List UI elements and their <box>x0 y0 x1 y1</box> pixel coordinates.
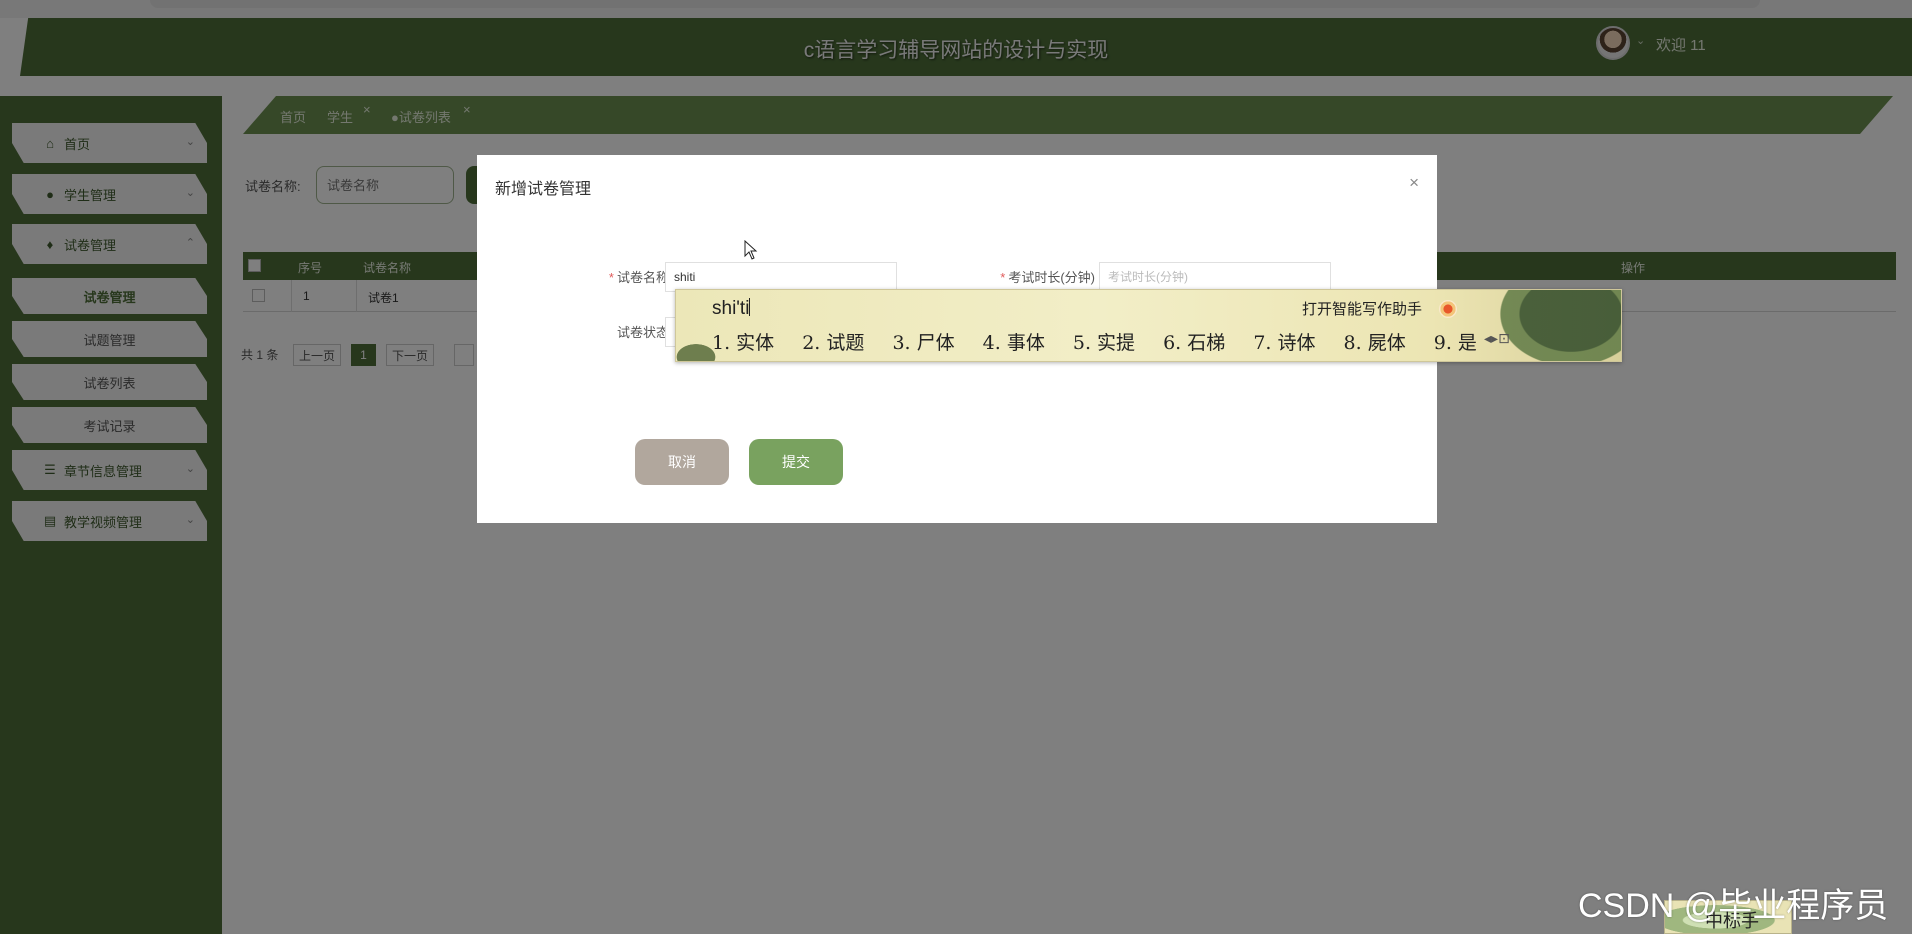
paper-status-label: 试卷状态 <box>616 325 669 340</box>
paper-name-label: * 试卷名称 <box>608 270 669 285</box>
ime-candidate-window: shi'ti 打开智能写作助手 1. 实体 2. 试题 3. 尸体 4. 事体 … <box>675 289 1622 362</box>
dialog-title: 新增试卷管理 <box>495 181 592 198</box>
ime-candidate[interactable]: 8. 屍体 <box>1344 332 1406 354</box>
submit-button[interactable]: 提交 <box>749 439 843 485</box>
paper-name-input[interactable] <box>665 262 897 292</box>
duration-label: * 考试时长(分钟) <box>1000 270 1095 285</box>
close-icon[interactable]: × <box>1409 173 1419 193</box>
ime-candidate[interactable]: 6. 石梯 <box>1163 332 1225 354</box>
ime-candidate[interactable]: 4. 事体 <box>983 332 1045 354</box>
ime-candidate[interactable]: 2. 试题 <box>802 332 864 354</box>
ime-page-arrows[interactable]: ◂▸⊡ <box>1484 330 1510 347</box>
cancel-button[interactable]: 取消 <box>635 439 729 485</box>
arrow-left-icon[interactable]: ◂ <box>1484 330 1491 346</box>
ime-composition: shi'ti <box>712 298 750 319</box>
ime-candidate[interactable]: 1. 实体 <box>712 332 774 354</box>
ime-candidate[interactable]: 9. 是 <box>1434 332 1477 354</box>
assistant-icon[interactable] <box>1439 300 1457 318</box>
leaf-decoration <box>1481 290 1621 361</box>
arrow-right-icon[interactable]: ▸ <box>1491 330 1498 346</box>
watermark-text: CSDN @毕业程序员 <box>1578 887 1889 925</box>
ime-candidate[interactable]: 5. 实提 <box>1073 332 1135 354</box>
ime-candidate[interactable]: 7. 诗体 <box>1253 332 1315 354</box>
ime-assistant-link[interactable]: 打开智能写作助手 <box>1302 298 1422 319</box>
ime-candidates: 1. 实体 2. 试题 3. 尸体 4. 事体 5. 实提 6. 石梯 7. 诗… <box>712 328 1499 355</box>
settings-icon[interactable]: ⊡ <box>1498 330 1510 346</box>
ime-candidate[interactable]: 3. 尸体 <box>892 332 954 354</box>
duration-input[interactable] <box>1099 262 1331 292</box>
